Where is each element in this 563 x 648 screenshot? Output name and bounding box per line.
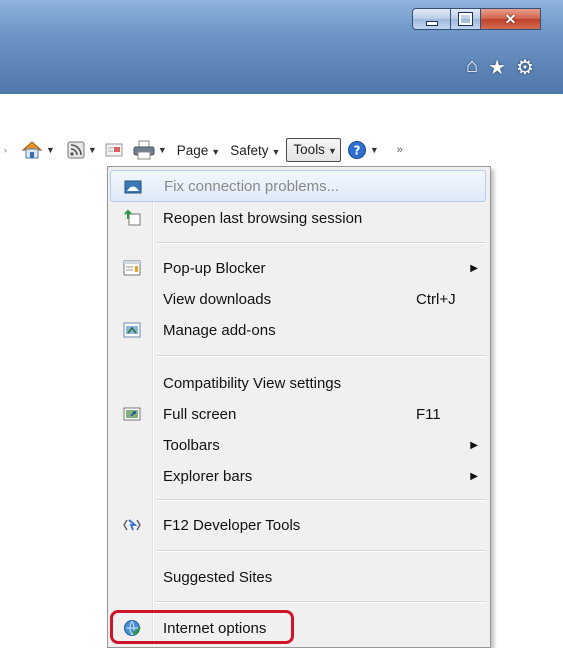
menu-separator bbox=[156, 355, 486, 357]
page-dropdown-arrow: ▼ bbox=[211, 146, 221, 157]
tools-menu-label: Tools bbox=[293, 142, 325, 157]
menu-item-label: View downloads bbox=[163, 290, 272, 308]
menu-item-label: Fix connection problems... bbox=[164, 177, 340, 195]
page-menu-button[interactable]: Page ▼ bbox=[177, 143, 224, 158]
help-icon[interactable]: ? bbox=[347, 140, 367, 160]
tools-menu-button[interactable]: Tools ▼ bbox=[286, 138, 341, 162]
close-icon: ✕ bbox=[504, 10, 517, 27]
menu-item-developer-tools[interactable]: F12 Developer Tools bbox=[110, 509, 486, 541]
popup-blocker-icon bbox=[123, 260, 141, 276]
favorites-toolbar: ⌂ ★ ⚙ bbox=[466, 55, 534, 80]
menu-item-label: Toolbars bbox=[163, 436, 220, 454]
print-dropdown-arrow[interactable]: ▼ bbox=[158, 145, 167, 155]
tools-gear-icon[interactable]: ⚙ bbox=[516, 55, 534, 80]
menu-item-manage-addons[interactable]: Manage add-ons bbox=[110, 314, 486, 346]
menu-item-popup-blocker[interactable]: Pop-up Blocker ▶ bbox=[110, 252, 486, 284]
command-bar-grip-icon: › bbox=[4, 145, 7, 155]
submenu-arrow-icon: ▶ bbox=[470, 470, 478, 482]
menu-item-label: Full screen bbox=[163, 405, 237, 423]
feeds-dropdown-arrow[interactable]: ▼ bbox=[88, 145, 97, 155]
home-dropdown-arrow[interactable]: ▼ bbox=[46, 145, 55, 155]
menu-item-reopen-session[interactable]: Reopen last browsing session bbox=[110, 202, 486, 234]
window-titlebar: ✕ ⌂ ★ ⚙ bbox=[0, 0, 563, 94]
submenu-arrow-icon: ▶ bbox=[470, 262, 478, 274]
menu-item-compatibility-view[interactable]: Compatibility View settings bbox=[110, 367, 486, 399]
favorites-icon[interactable]: ★ bbox=[488, 55, 506, 80]
developer-tools-icon bbox=[123, 519, 141, 531]
addons-icon bbox=[123, 322, 141, 338]
help-dropdown-arrow[interactable]: ▼ bbox=[370, 145, 379, 155]
tools-dropdown-arrow: ▼ bbox=[327, 146, 337, 156]
menu-item-explorer-bars[interactable]: Explorer bars ▶ bbox=[110, 460, 486, 492]
safety-menu-label: Safety bbox=[230, 142, 269, 158]
maximize-icon bbox=[458, 12, 473, 26]
menu-separator bbox=[156, 242, 486, 244]
menu-item-full-screen[interactable]: Full screen F11 bbox=[110, 398, 486, 430]
maximize-button[interactable] bbox=[451, 8, 481, 30]
menu-item-view-downloads[interactable]: View downloads Ctrl+J bbox=[110, 283, 486, 315]
network-icon bbox=[124, 180, 142, 194]
menu-item-label: Pop-up Blocker bbox=[163, 259, 266, 277]
svg-text:?: ? bbox=[353, 144, 360, 158]
close-button[interactable]: ✕ bbox=[481, 8, 541, 30]
menu-item-shortcut: F11 bbox=[416, 405, 441, 423]
home-icon[interactable]: ⌂ bbox=[466, 55, 478, 80]
menu-separator bbox=[156, 499, 486, 501]
minimize-button[interactable] bbox=[412, 8, 451, 30]
page-menu-label: Page bbox=[176, 142, 209, 158]
menu-item-fix-connection[interactable]: Fix connection problems... bbox=[110, 170, 486, 202]
menu-item-suggested-sites[interactable]: Suggested Sites bbox=[110, 561, 486, 593]
tools-menu: Fix connection problems... Reopen last b… bbox=[107, 166, 491, 648]
menu-item-toolbars[interactable]: Toolbars ▶ bbox=[110, 429, 486, 461]
home-icon[interactable] bbox=[21, 140, 43, 160]
menu-item-shortcut: Ctrl+J bbox=[416, 290, 456, 308]
safety-menu-button[interactable]: Safety ▼ bbox=[230, 143, 284, 158]
submenu-arrow-icon: ▶ bbox=[470, 439, 478, 451]
command-bar-overflow[interactable]: » bbox=[397, 144, 403, 156]
menu-separator bbox=[156, 601, 486, 603]
menu-item-label: Compatibility View settings bbox=[163, 374, 342, 392]
menu-item-label: Suggested Sites bbox=[163, 568, 273, 586]
fullscreen-icon bbox=[123, 407, 141, 421]
menu-item-label: Reopen last browsing session bbox=[163, 209, 363, 227]
menu-item-label: Explorer bars bbox=[163, 467, 253, 485]
internet-options-highlight-ring bbox=[110, 610, 294, 644]
menu-item-label: Manage add-ons bbox=[163, 321, 276, 339]
menu-separator bbox=[156, 550, 486, 552]
feeds-icon[interactable] bbox=[67, 141, 85, 159]
reopen-session-icon bbox=[124, 209, 141, 226]
read-mail-icon[interactable] bbox=[105, 142, 123, 158]
print-icon[interactable] bbox=[133, 140, 155, 160]
minimize-icon bbox=[425, 20, 438, 26]
window-controls: ✕ bbox=[412, 8, 541, 32]
menu-item-label: F12 Developer Tools bbox=[163, 516, 301, 534]
safety-dropdown-arrow: ▼ bbox=[271, 146, 281, 157]
